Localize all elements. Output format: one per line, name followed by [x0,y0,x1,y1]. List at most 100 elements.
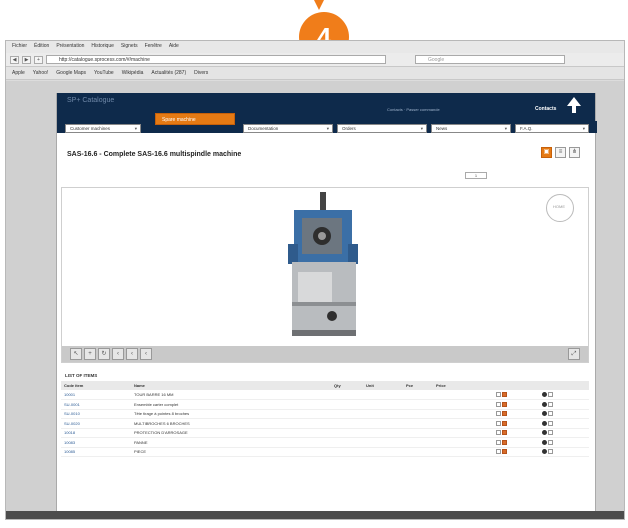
select-checkbox[interactable] [548,411,553,417]
cart-icon[interactable] [502,420,507,426]
row-code[interactable]: SU-0010 [61,409,131,419]
table-row[interactable]: SU-0020 MULTIBROCHES 6 BROCHES [61,418,589,429]
chevron-down-icon: ▾ [420,126,423,131]
select-checkbox[interactable] [548,392,553,398]
pan-left-icon[interactable]: ‹ [112,348,124,360]
search-input[interactable]: Google [415,55,565,64]
machine-model[interactable] [284,192,364,342]
table-row[interactable]: 10085 PIECE [61,447,589,457]
browser-window: Fichier Édition Présentation Historique … [5,40,625,520]
menu-edit[interactable]: Édition [34,43,49,51]
info-icon[interactable] [496,430,501,436]
row-code[interactable]: SU-0001 [61,399,131,410]
fullscreen-icon[interactable]: ⤢ [568,348,580,360]
view-icon[interactable] [542,449,547,455]
compass-icon[interactable]: HOME [546,194,574,222]
row-code[interactable]: 10018 [61,428,131,438]
col-unit[interactable]: Unit [363,381,403,390]
col-pce[interactable]: Pce [403,381,433,390]
back-icon[interactable]: ◀ [10,55,19,64]
cart-icon[interactable] [502,449,507,455]
bookmark-item[interactable]: Divers [194,70,208,76]
rotate-icon[interactable]: ↻ [98,348,110,360]
view-icon[interactable] [542,430,547,436]
bookmark-item[interactable]: Apple [12,70,25,76]
nav-documentation[interactable]: Documentation ▾ [243,124,333,133]
step-badge-pointer [314,0,324,10]
parts-list-title: LIST OF ITEMS [65,373,98,378]
browser-menubar: Fichier Édition Présentation Historique … [6,41,624,53]
table-row[interactable]: 10001 TOUR BARRE 16 MM [61,390,589,400]
table-row[interactable]: 10083 PANNE [61,437,589,448]
tree-view-icon[interactable]: ⋔ [569,147,580,158]
col-code[interactable]: Code item [61,381,131,390]
bookmark-item[interactable]: Wikipédia [122,70,144,76]
cart-icon[interactable] [502,392,507,398]
nav-customer-machines[interactable]: Customer machines ▾ [65,124,141,133]
row-code[interactable]: SU-0020 [61,418,131,429]
cart-icon[interactable] [502,439,507,445]
3d-viewer[interactable]: HOME ↖ + ↻ ‹ ‹ ‹ ⤢ [61,187,589,363]
col-name[interactable]: Name [131,381,331,390]
info-icon[interactable] [496,392,501,398]
view-icon[interactable] [542,420,547,426]
menu-file[interactable]: Fichier [12,43,27,51]
table-row[interactable]: 10018 PROTECTION D'ARROSAGE [61,428,589,438]
view-icon[interactable] [542,439,547,445]
pan-right-icon[interactable]: ‹ [140,348,152,360]
add-tab-icon[interactable]: + [34,55,43,64]
table-header-row: Code item Name Qty Unit Pce Price [61,381,589,390]
select-checkbox[interactable] [548,439,553,445]
info-icon[interactable] [496,449,501,455]
cart-icon[interactable] [502,411,507,417]
col-price[interactable]: Price [433,381,493,390]
bookmark-item[interactable]: YouTube [94,70,114,76]
view-icon[interactable] [542,392,547,398]
zoom-icon[interactable]: + [84,348,96,360]
app-logo: SP+ Catalogue [67,97,115,104]
header-links[interactable]: Contacts · Passer commande [387,107,440,112]
menu-bookmarks[interactable]: Signets [121,43,138,51]
select-checkbox[interactable] [548,430,553,436]
table-row[interactable]: SU-0010 Tête tirage à pointes 8 broches [61,409,589,419]
bookmark-item[interactable]: Actualités (287) [151,70,186,76]
menu-window[interactable]: Fenêtre [145,43,162,51]
select-checkbox[interactable] [548,420,553,426]
select-checkbox[interactable] [548,449,553,455]
row-code[interactable]: 10001 [61,390,131,400]
row-code[interactable]: 10083 [61,437,131,448]
pan-icon[interactable]: ‹ [126,348,138,360]
chevron-down-icon: ▾ [582,126,585,131]
nav-orders[interactable]: Orders ▾ [337,124,427,133]
viewer-toolbar: ↖ + ↻ ‹ ‹ ‹ ⤢ [62,346,588,362]
view-icon[interactable] [542,411,547,417]
info-icon[interactable] [496,401,501,407]
view-icon[interactable] [542,401,547,407]
3d-view-icon[interactable]: ▣ [541,147,552,158]
menu-history[interactable]: Historique [91,43,114,51]
table-row[interactable]: SU-0001 Ensemble carter complet [61,399,589,410]
select-checkbox[interactable] [548,401,553,407]
info-icon[interactable] [496,439,501,445]
cart-icon[interactable] [502,401,507,407]
bookmark-item[interactable]: Yahoo! [33,70,48,76]
parts-list: LIST OF ITEMS Code item Name Qty Unit Pc… [61,371,589,519]
menu-help[interactable]: Aide [169,43,179,51]
info-icon[interactable] [496,420,501,426]
row-code[interactable]: 10085 [61,447,131,457]
bookmark-item[interactable]: Google Maps [56,70,86,76]
nav-news[interactable]: News ▾ [431,124,511,133]
pointer-icon[interactable]: ↖ [70,348,82,360]
menu-view[interactable]: Présentation [56,43,84,51]
list-view-icon[interactable]: ≡ [555,147,566,158]
info-icon[interactable] [496,411,501,417]
forward-icon[interactable]: ▶ [22,55,31,64]
nav-faq[interactable]: F.A.Q. ▾ [515,124,589,133]
col-qty[interactable]: Qty [331,381,363,390]
spare-parts-menu-item[interactable]: Spare machine [155,113,235,125]
pager-control[interactable]: 1 [465,172,487,179]
nav-label: News [436,126,448,131]
cart-icon[interactable] [502,430,507,436]
contact-link[interactable]: Contacts [535,106,556,112]
address-bar[interactable]: http://catalogue.sprocess.com/#/machine [46,55,386,64]
